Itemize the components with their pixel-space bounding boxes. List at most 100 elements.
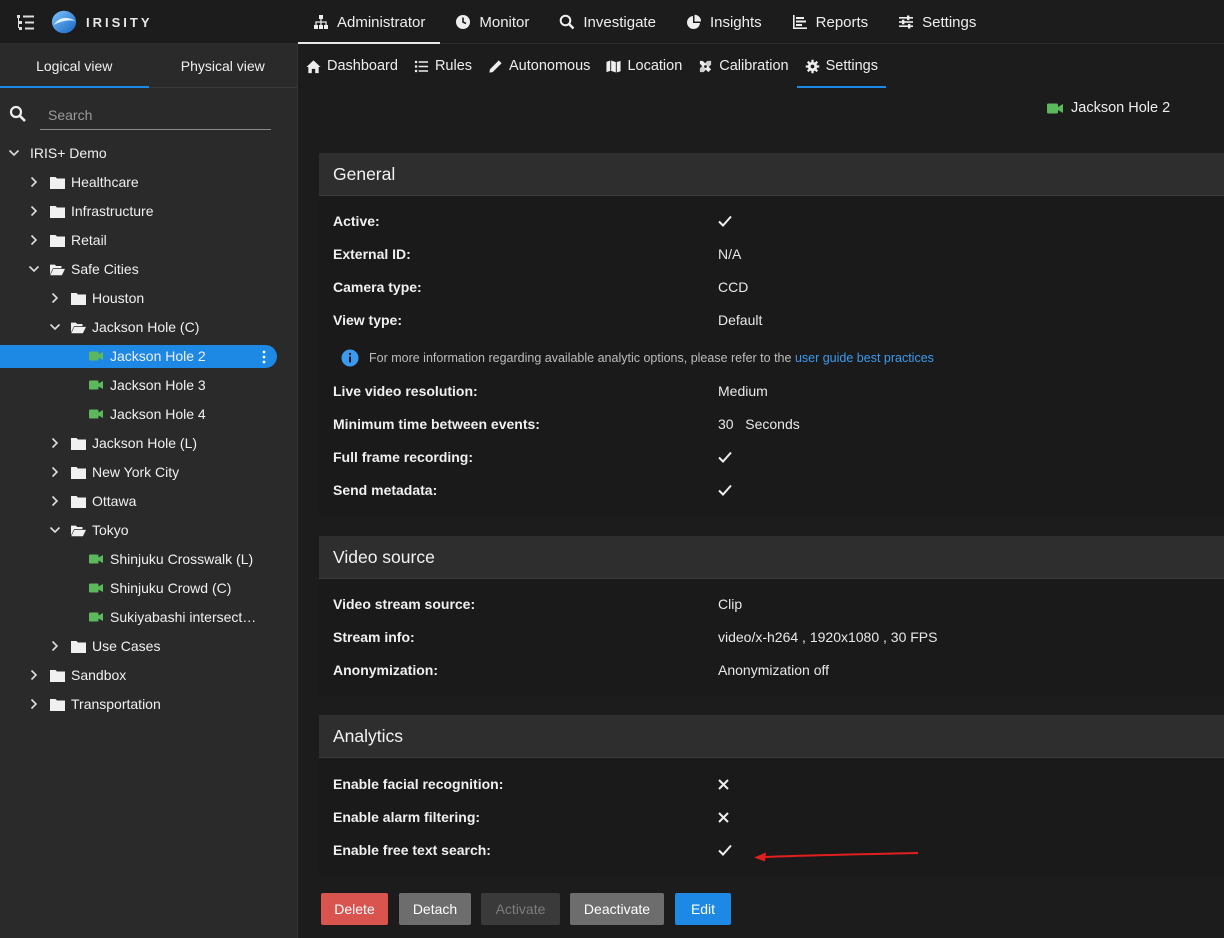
tree-search-input[interactable] [40, 100, 271, 130]
activate-button[interactable]: Activate [481, 893, 560, 925]
nav-administrator[interactable]: Administrator [298, 0, 441, 44]
tree-item-label: Transportation [71, 696, 161, 712]
tree-camera-item[interactable]: Shinjuku Crosswalk (L) [89, 548, 253, 570]
subnav-rules[interactable]: Rules [406, 44, 480, 88]
brand-name: IRISITY [86, 14, 153, 30]
tree-item-label: Sandbox [71, 667, 127, 683]
tree-camera-item[interactable]: Sukiyabashi intersect… [89, 606, 256, 628]
tree-folder-item[interactable]: Sandbox [28, 664, 126, 686]
subnav-autonomous-label: Autonomous [509, 58, 591, 74]
nav-monitor[interactable]: Monitor [440, 0, 544, 44]
chevron-right-icon[interactable] [49, 292, 61, 304]
folder-icon [71, 466, 86, 479]
nav-settings[interactable]: Settings [883, 0, 991, 44]
prop-send-metadata-value [718, 484, 732, 496]
subnav-calibration-label: Calibration [719, 58, 789, 74]
camera-icon [89, 583, 103, 593]
folder-icon [50, 698, 65, 711]
tree-camera-item[interactable]: Shinjuku Crowd (C) [89, 577, 231, 599]
chevron-right-icon[interactable] [28, 205, 40, 217]
map-icon [606, 59, 621, 73]
tree-item-label: Jackson Hole (L) [92, 435, 198, 451]
pencil-icon [489, 59, 502, 73]
tab-logical-view[interactable]: Logical view [0, 44, 149, 88]
clock-icon [456, 15, 471, 29]
tree-folder-item[interactable]: Transportation [28, 693, 161, 715]
sidebar-search [0, 96, 298, 132]
user-guide-link[interactable]: user guide best practices [795, 351, 934, 365]
tree-item-label: Safe Cities [71, 261, 139, 277]
tree-camera-item[interactable]: Jackson Hole 3 [89, 374, 206, 396]
tree-camera-item[interactable]: Jackson Hole 4 [89, 403, 206, 425]
tree-item-label: Ottawa [92, 493, 137, 509]
subnav-calibration[interactable]: Calibration [690, 44, 796, 88]
tree-item-label: Jackson Hole 2 [110, 348, 206, 364]
edit-button[interactable]: Edit [675, 893, 731, 925]
check-icon [718, 844, 732, 856]
chevron-down-icon[interactable] [8, 147, 20, 159]
tree-item-label: IRIS+ Demo [30, 145, 107, 161]
tree-folder-item[interactable]: Jackson Hole (L) [49, 432, 197, 454]
tree-folder-item[interactable]: New York City [49, 461, 179, 483]
chevron-right-icon[interactable] [28, 669, 40, 681]
brand-logo[interactable]: IRISITY [50, 6, 153, 38]
folder-icon [50, 176, 65, 189]
folder-open-icon [71, 525, 86, 536]
tree-folder-item[interactable]: Infrastructure [28, 200, 153, 222]
chevron-right-icon[interactable] [49, 437, 61, 449]
detach-button[interactable]: Detach [399, 893, 471, 925]
prop-view-type-value: Default [718, 312, 763, 328]
nav-investigate[interactable]: Investigate [544, 0, 671, 44]
chevron-right-icon[interactable] [49, 640, 61, 652]
tree-folder-item[interactable]: Houston [49, 287, 144, 309]
nav-insights[interactable]: Insights [671, 0, 777, 44]
chevron-right-icon[interactable] [49, 466, 61, 478]
subnav-autonomous[interactable]: Autonomous [480, 44, 598, 88]
min-time-number: 30 [718, 416, 734, 432]
chevron-down-icon[interactable] [49, 524, 61, 536]
prop-alarm-filtering-value [718, 811, 729, 823]
chevron-right-icon[interactable] [28, 698, 40, 710]
tree-folder-item[interactable]: Tokyo [49, 519, 129, 541]
chevron-down-icon[interactable] [28, 263, 40, 275]
prop-active-label: Active: [333, 213, 380, 229]
subnav-dashboard-label: Dashboard [327, 58, 398, 74]
tree-folder-item[interactable]: Ottawa [49, 490, 136, 512]
tree-folder-item[interactable]: Healthcare [28, 171, 139, 193]
menu-toggle-icon[interactable] [16, 12, 36, 32]
folder-icon [71, 292, 86, 305]
prop-free-text-search-label: Enable free text search: [333, 842, 491, 858]
folder-open-icon [50, 264, 65, 275]
subnav-dashboard[interactable]: Dashboard [298, 44, 406, 88]
nav-investigate-label: Investigate [583, 13, 656, 31]
chevron-down-icon[interactable] [49, 321, 61, 333]
deactivate-button[interactable]: Deactivate [570, 893, 664, 925]
camera-icon [89, 409, 103, 419]
sliders-icon [899, 15, 914, 29]
tree-folder-item[interactable]: Use Cases [49, 635, 160, 657]
tree-folder-item[interactable]: Jackson Hole (C) [49, 316, 199, 338]
chevron-right-icon[interactable] [49, 495, 61, 507]
tree-item-label: Jackson Hole (C) [92, 319, 200, 335]
more-options-icon[interactable] [262, 350, 266, 364]
delete-button[interactable]: Delete [321, 893, 388, 925]
chevron-right-icon[interactable] [28, 234, 40, 246]
camera-icon [1047, 103, 1063, 113]
chevron-right-icon[interactable] [28, 176, 40, 188]
nav-insights-label: Insights [709, 13, 762, 31]
pie-chart-icon [686, 14, 701, 29]
sidebar-tabs: Logical view Physical view [0, 44, 297, 88]
subnav-rules-label: Rules [434, 58, 473, 74]
tab-physical-view[interactable]: Physical view [149, 44, 298, 87]
subnav-location[interactable]: Location [598, 44, 690, 88]
prop-alarm-filtering-label: Enable alarm filtering: [333, 809, 481, 825]
tree-folder-item[interactable]: Retail [28, 229, 107, 251]
tree-camera-item[interactable]: Jackson Hole 2 [89, 345, 206, 367]
tree-folder-item[interactable]: Safe Cities [28, 258, 139, 280]
info-note: For more information regarding available… [341, 348, 934, 368]
analytics-panel-title: Analytics [319, 715, 1224, 758]
nav-reports[interactable]: Reports [777, 0, 884, 44]
tree-folder-item[interactable]: IRIS+ Demo [8, 142, 107, 164]
check-icon [718, 484, 732, 496]
subnav-settings[interactable]: Settings [796, 44, 887, 88]
